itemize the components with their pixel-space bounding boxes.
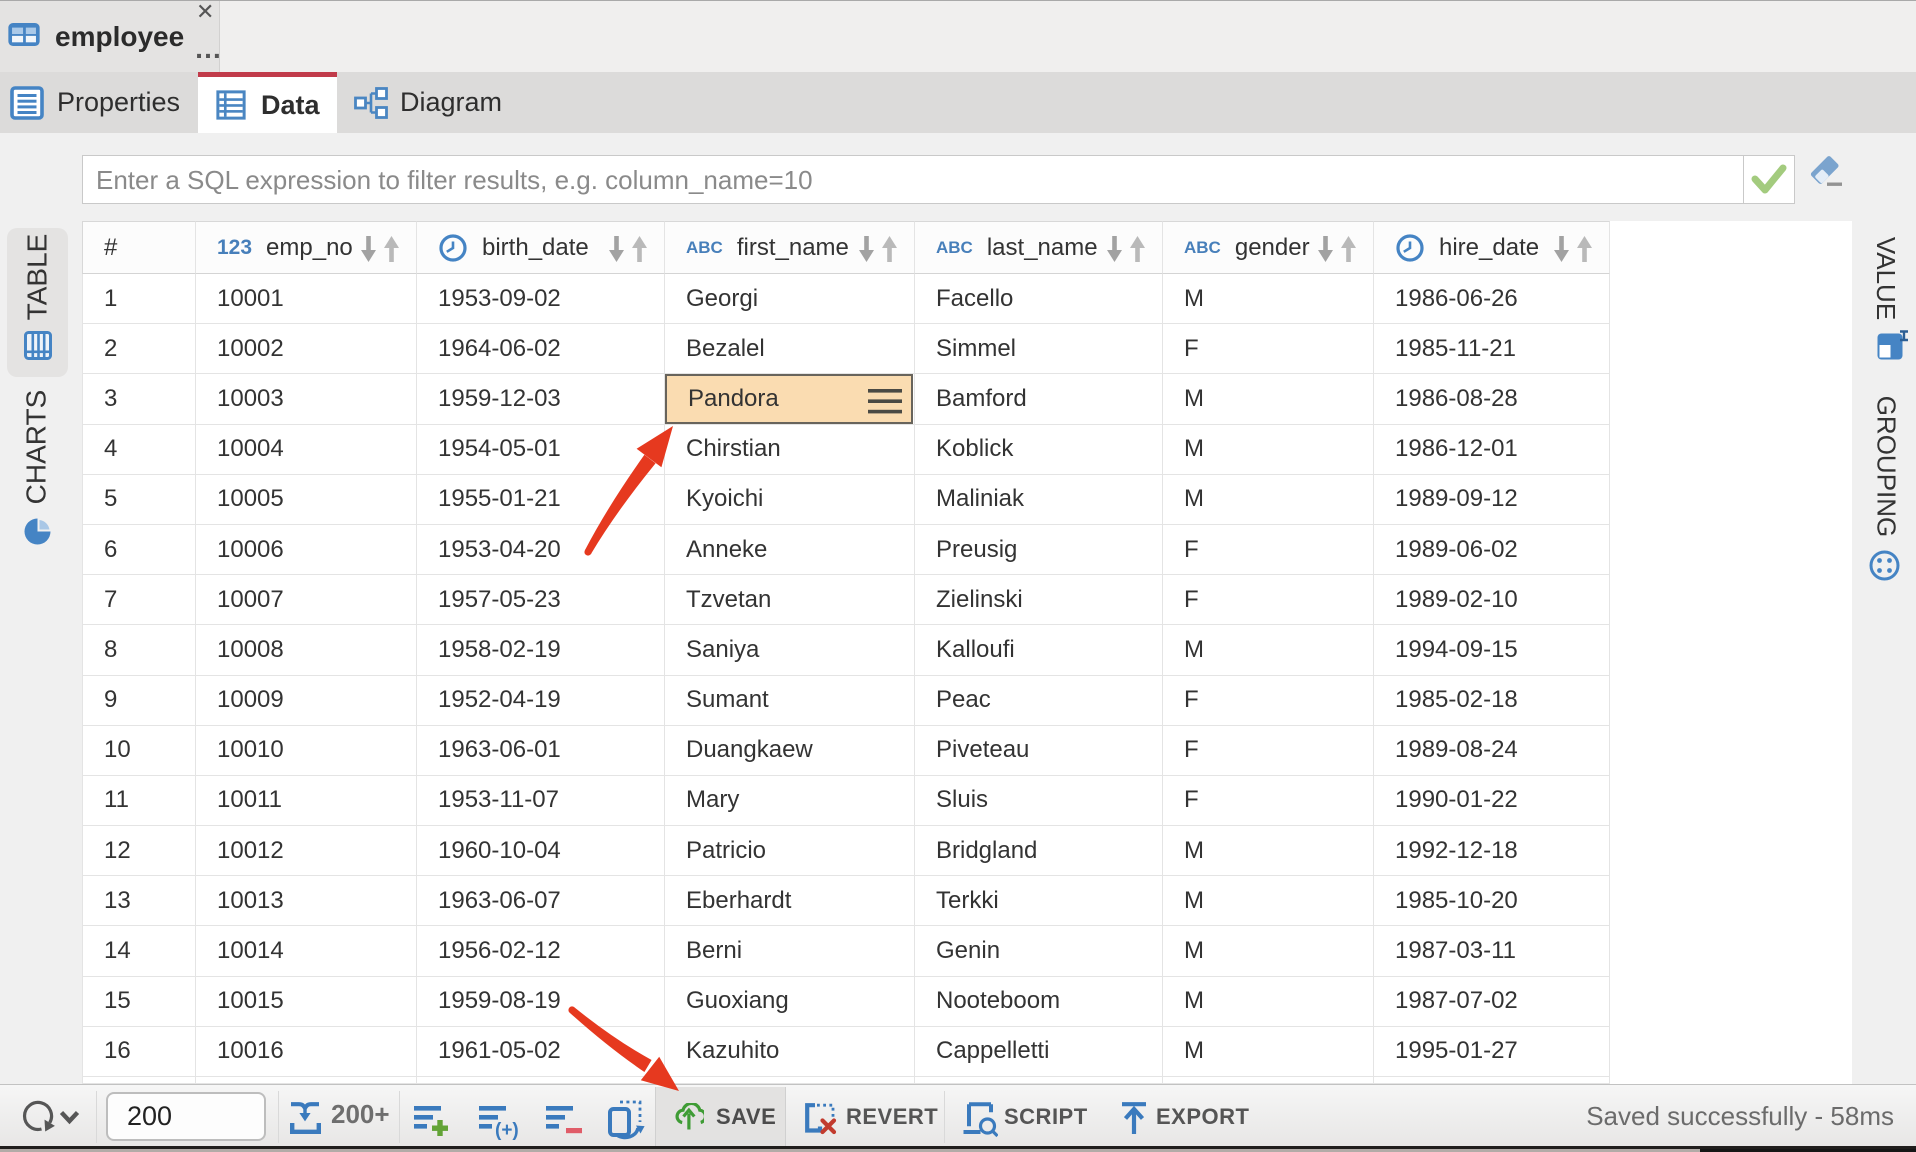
- svg-text:(+): (+): [495, 1120, 519, 1141]
